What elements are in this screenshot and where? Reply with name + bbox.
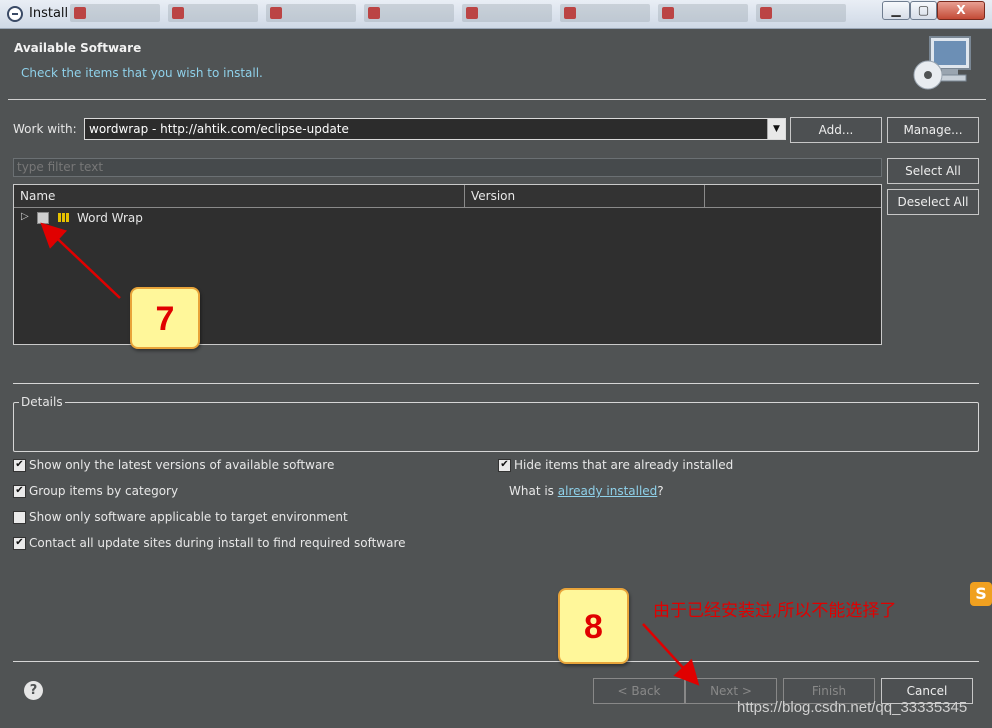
column-header-version[interactable]: Version [465,185,705,208]
add-button[interactable]: Add... [790,117,882,143]
separator [13,661,979,662]
tree-row-label: Word Wrap [77,211,143,225]
category-icon [58,211,72,222]
work-with-label: Work with: [13,122,77,136]
arrow-to-next [642,623,700,686]
back-button[interactable]: < Back [593,678,685,704]
what-is-prefix: What is [509,484,558,498]
ghost-tab [168,4,258,22]
work-with-value: wordwrap - http://ahtik.com/eclipse-upda… [89,122,349,136]
expand-triangle-icon[interactable]: ▷ [21,211,29,222]
contact-update-sites-label: Contact all update sites during install … [29,536,406,550]
ghost-tab [756,4,846,22]
chevron-down-icon[interactable]: ▼ [767,119,785,139]
group-by-category-label: Group items by category [29,484,179,498]
page-description: Check the items that you wish to install… [21,66,263,80]
hide-installed-checkbox[interactable] [498,459,511,472]
ghost-tab [658,4,748,22]
row-checkbox[interactable] [37,212,49,224]
work-with-combo[interactable]: wordwrap - http://ahtik.com/eclipse-upda… [84,118,786,140]
eclipse-app-icon [7,6,23,22]
filter-input[interactable]: type filter text [13,158,882,177]
ghost-tab [560,4,650,22]
ghost-tab [364,4,454,22]
step-7-callout: 7 [130,287,200,349]
maximize-button[interactable]: ▢ [910,1,937,20]
group-by-category-checkbox[interactable] [13,485,26,498]
sogou-logo-icon: S [970,582,992,606]
hide-installed-label: Hide items that are already installed [514,458,734,472]
ghost-tab [70,4,160,22]
ghost-tab [266,4,356,22]
details-label: Details [19,395,65,409]
separator [13,383,979,384]
window-title: Install [29,6,69,21]
window-titlebar[interactable]: Install ▁ ▢ X [0,0,992,29]
minimize-button[interactable]: ▁ [882,1,910,20]
target-environment-checkbox[interactable] [13,511,26,524]
tree-header: Name Version [14,185,881,208]
what-is-installed-text: What is already installed? [509,484,664,498]
column-header-blank [705,185,881,208]
tree-row[interactable]: ▷ Word Wrap [14,209,881,229]
column-header-name[interactable]: Name [14,185,465,208]
annotation-note: 由于已经安装过,所以不能选择了 [653,601,897,621]
manage-button[interactable]: Manage... [887,117,979,143]
background-taskbar-tabs [70,4,865,24]
details-group [13,402,979,452]
already-installed-link[interactable]: already installed [558,484,658,498]
close-button[interactable]: X [937,1,985,20]
wizard-header: Available Software Check the items that … [8,29,986,100]
contact-update-sites-checkbox[interactable] [13,537,26,550]
watermark: https://blog.csdn.net/qq_33335345 [737,699,968,716]
target-environment-label: Show only software applicable to target … [29,510,348,524]
latest-versions-checkbox[interactable] [13,459,26,472]
deselect-all-button[interactable]: Deselect All [887,189,979,215]
select-all-button[interactable]: Select All [887,158,979,184]
ghost-tab [462,4,552,22]
what-is-suffix: ? [657,484,664,498]
help-icon[interactable]: ? [24,681,43,700]
page-title: Available Software [14,41,142,55]
latest-versions-label: Show only the latest versions of availab… [29,458,335,472]
step-8-callout: 8 [558,588,629,664]
install-software-icon [913,36,971,90]
